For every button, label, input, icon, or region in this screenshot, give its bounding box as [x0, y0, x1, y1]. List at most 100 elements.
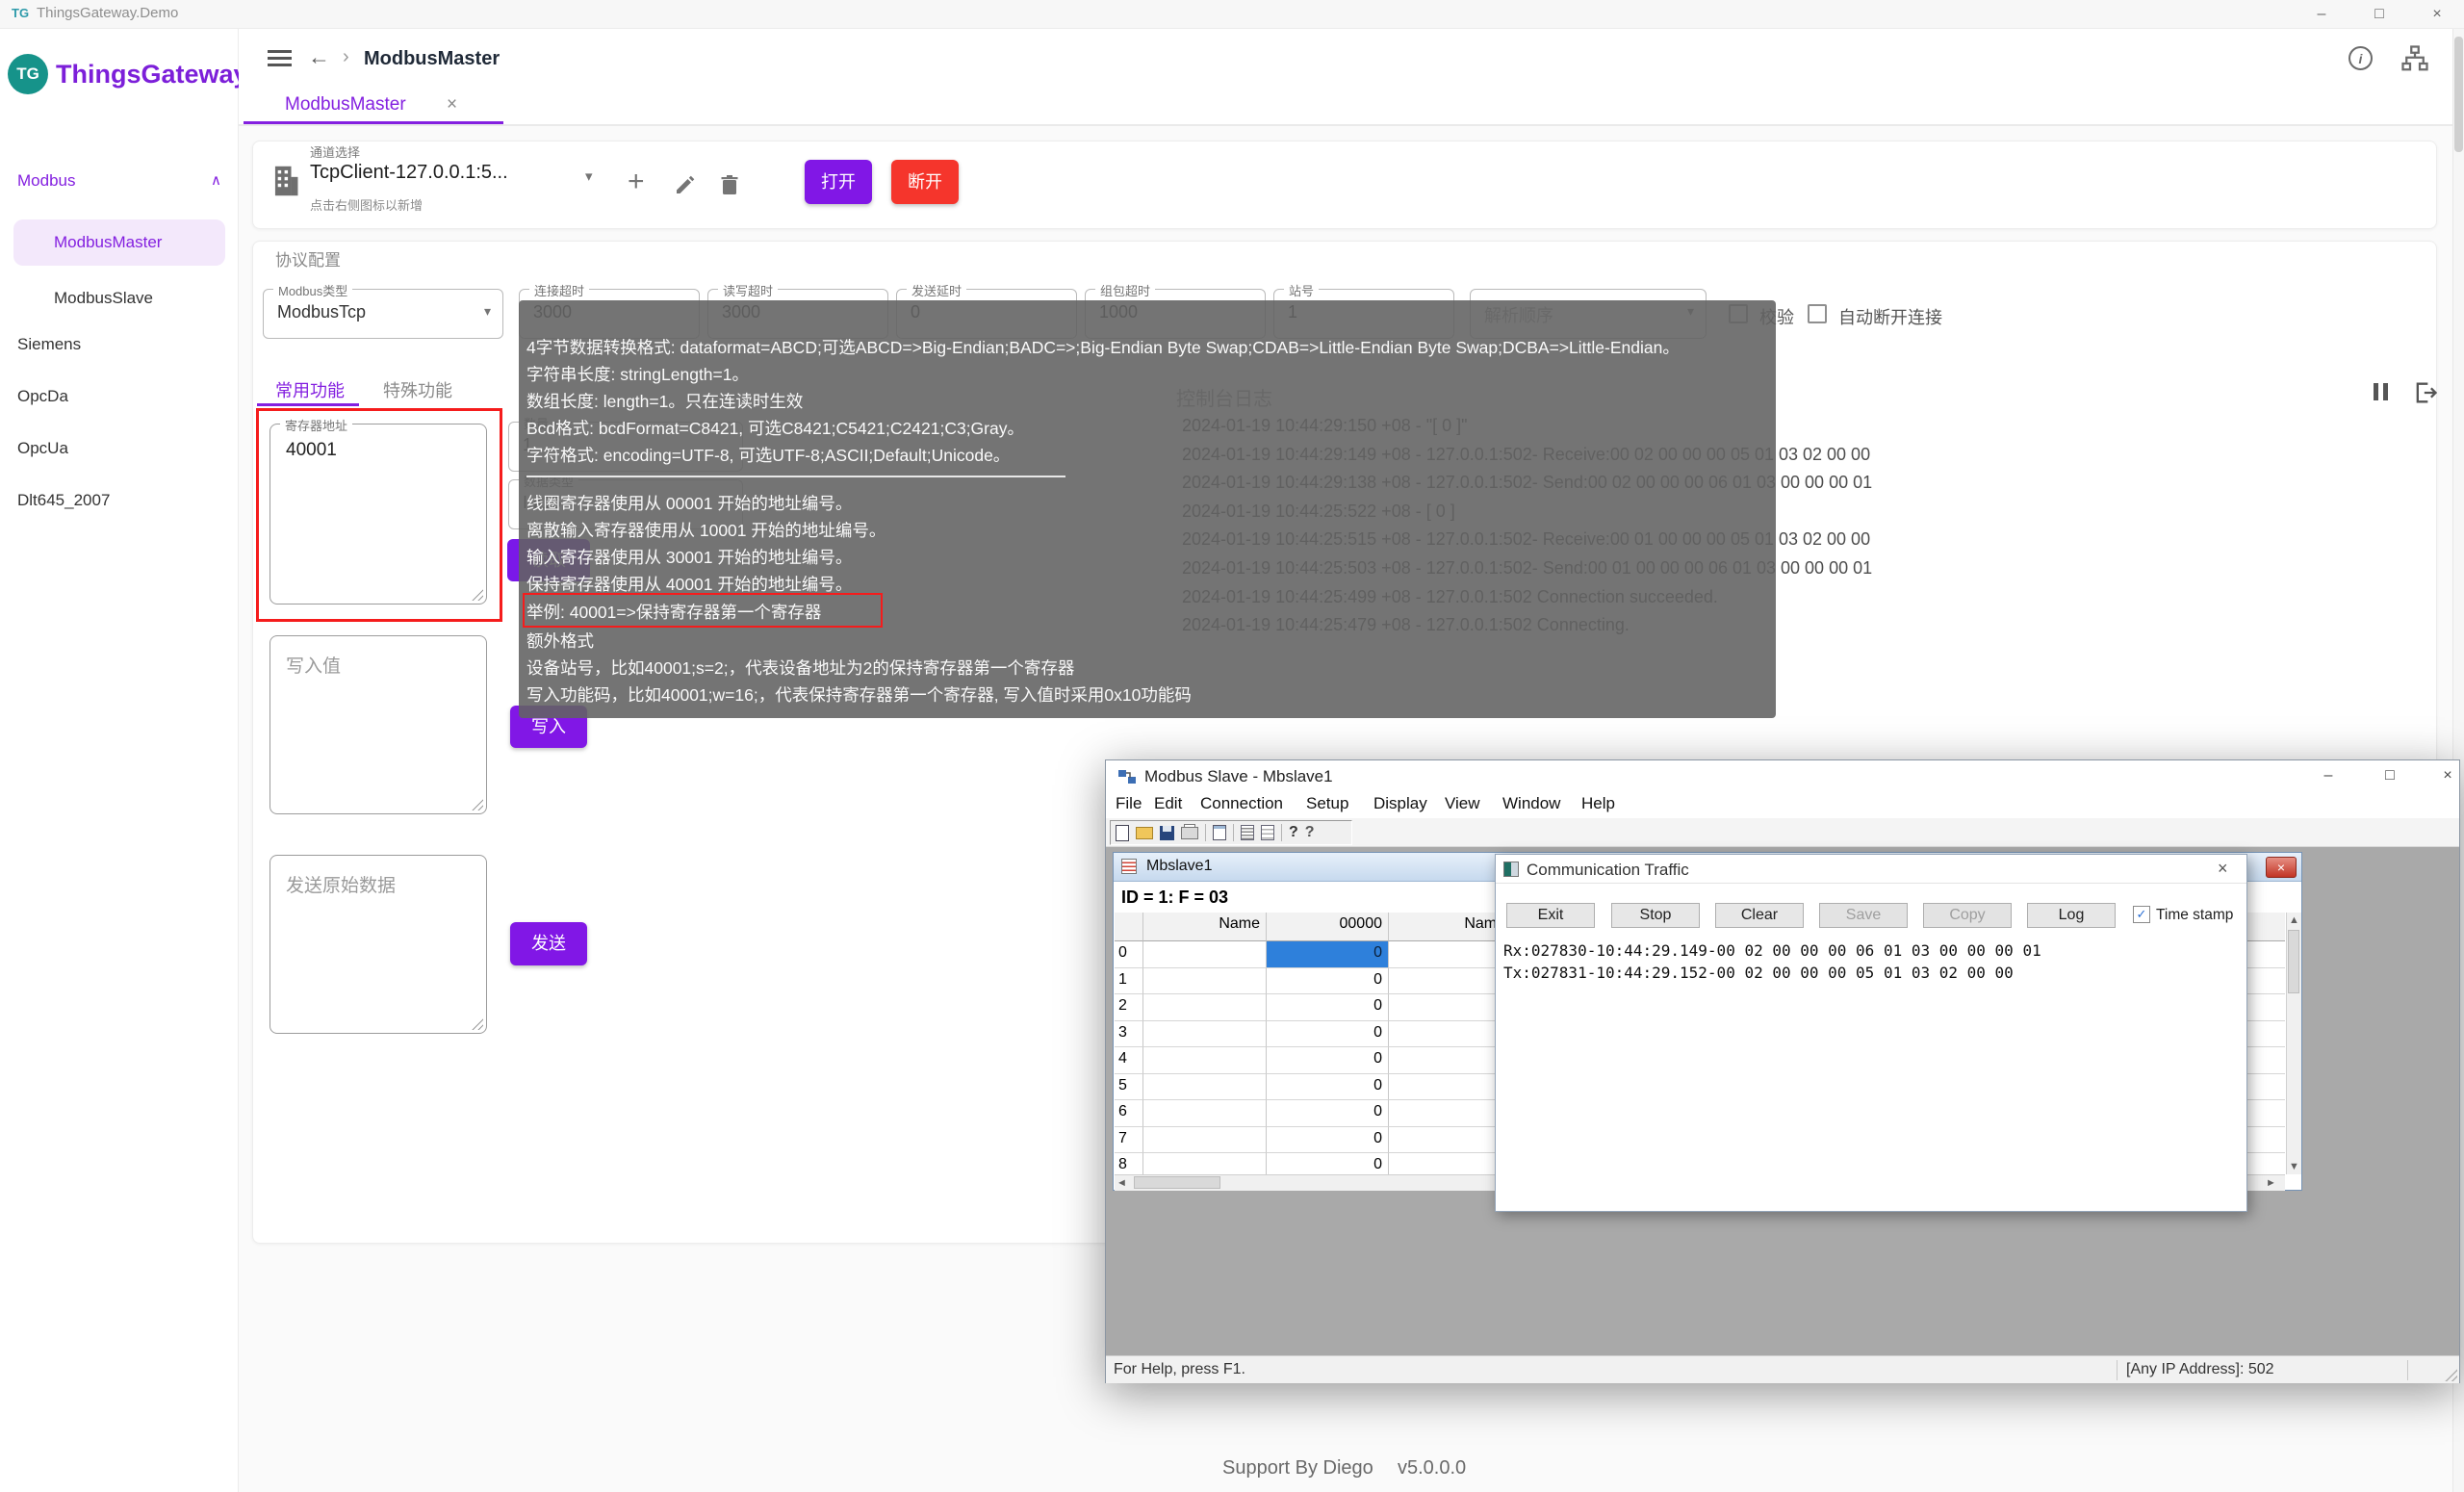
building-icon: [272, 164, 299, 198]
raw-data-input[interactable]: 发送原始数据: [270, 855, 487, 1034]
statusbar-help-text: For Help, press F1.: [1114, 1361, 1245, 1378]
app-logo: TG: [8, 54, 48, 94]
selected-cell[interactable]: 0: [1267, 941, 1389, 968]
sidebar: TG ThingsGateway Modbus ∧ ModbusMaster M…: [0, 29, 239, 1492]
top-bar: [239, 29, 2464, 125]
sidebar-item-opcda[interactable]: OpcDa: [13, 375, 225, 418]
slave-minimize-icon[interactable]: –: [2307, 763, 2349, 787]
menu-help[interactable]: Help: [1581, 794, 1615, 813]
menu-connection[interactable]: Connection: [1200, 794, 1283, 813]
scroll-left-icon[interactable]: ◄: [1116, 1177, 1127, 1189]
scroll-right-icon[interactable]: ►: [2266, 1177, 2276, 1189]
browser-close-icon[interactable]: ×: [2418, 2, 2456, 27]
sidebar-item-modbusslave[interactable]: ModbusSlave: [13, 275, 225, 322]
back-icon[interactable]: ←: [308, 44, 330, 70]
traffic-tx-line: Tx:027831-10:44:29.152-00 02 00 00 00 05…: [1503, 964, 2014, 982]
menu-view[interactable]: View: [1445, 794, 1480, 813]
resize-grip[interactable]: [2444, 1368, 2457, 1381]
menu-window[interactable]: Window: [1502, 794, 1560, 813]
menu-edit[interactable]: Edit: [1154, 794, 1182, 813]
chevron-up-icon: ∧: [211, 160, 221, 202]
address-format-tooltip: 4字节数据转换格式: dataformat=ABCD;可选ABCD=>Big-E…: [519, 300, 1776, 718]
page-title: ModbusMaster: [364, 48, 500, 70]
auto-disconnect-checkbox[interactable]: [1808, 304, 1827, 323]
save-icon[interactable]: [1160, 826, 1174, 840]
slave-menubar: File Edit Connection Setup Display View …: [1106, 791, 2459, 818]
slave-window-titlebar[interactable]: Modbus Slave - Mbslave1 – □ ×: [1106, 760, 2459, 791]
log-button[interactable]: Log: [2027, 903, 2116, 928]
col-name[interactable]: Name: [1143, 913, 1267, 941]
scroll-down-icon[interactable]: ▼: [2287, 1161, 2301, 1172]
resize-grip[interactable]: [471, 1017, 483, 1030]
sidebar-item-opcua[interactable]: OpcUa: [13, 427, 225, 470]
help-icon[interactable]: ?: [1289, 824, 1298, 841]
delete-channel-icon[interactable]: [718, 173, 741, 196]
col-00000[interactable]: 00000: [1267, 913, 1389, 941]
new-file-icon[interactable]: [1116, 825, 1129, 841]
sidebar-item-siemens[interactable]: Siemens: [13, 323, 225, 366]
traffic-close-icon[interactable]: ×: [2218, 859, 2228, 879]
browser-maximize-icon[interactable]: □: [2360, 2, 2399, 27]
display-list-icon[interactable]: [1261, 825, 1274, 840]
traffic-dialog-title: Communication Traffic: [1527, 861, 1689, 880]
favicon: TG: [12, 6, 29, 20]
slave-close-icon[interactable]: ×: [2426, 763, 2464, 787]
menu-display[interactable]: Display: [1373, 794, 1427, 813]
traffic-rx-line: Rx:027830-10:44:29.149-00 02 00 00 00 06…: [1503, 941, 2041, 960]
open-button[interactable]: 打开: [805, 160, 872, 204]
footer-support: Support By Diego: [1222, 1457, 1373, 1479]
menu-toggle-icon[interactable]: [268, 50, 292, 66]
pause-icon[interactable]: [2374, 383, 2378, 400]
copy-button[interactable]: Copy: [1923, 903, 2012, 928]
channel-card: [252, 141, 2437, 229]
stop-button[interactable]: Stop: [1611, 903, 1700, 928]
tab-close-icon[interactable]: ×: [447, 94, 457, 116]
traffic-dialog-titlebar[interactable]: Communication Traffic ×: [1496, 855, 2246, 884]
footer-version: v5.0.0.0: [1398, 1457, 1466, 1479]
tab-common-functions[interactable]: 常用功能: [275, 377, 345, 402]
display-format-icon[interactable]: [1241, 825, 1254, 840]
edit-channel-icon[interactable]: [674, 173, 697, 196]
table-vertical-scrollbar[interactable]: ▲ ▼: [2286, 913, 2301, 1174]
channel-helper-text: 点击右侧图标以新增: [310, 195, 423, 214]
slave-window-title: Modbus Slave - Mbslave1: [1144, 767, 1333, 786]
mbslave1-doc-icon: [1121, 859, 1137, 874]
send-button[interactable]: 发送: [510, 922, 587, 965]
mbslave1-close-icon[interactable]: ×: [2266, 857, 2297, 878]
col-name-2[interactable]: Name: [1389, 913, 1512, 941]
sitemap-icon[interactable]: [2400, 44, 2429, 73]
modbus-type-select[interactable]: Modbus类型 ModbusTcp ▾: [263, 289, 503, 339]
sidebar-item-dlt645[interactable]: Dlt645_2007: [13, 479, 225, 522]
export-log-icon[interactable]: [2412, 379, 2439, 406]
menu-file[interactable]: File: [1116, 794, 1142, 813]
print-icon[interactable]: [1181, 827, 1198, 839]
channel-dropdown-icon[interactable]: ▾: [585, 167, 593, 185]
slave-statusbar: For Help, press F1. [Any IP Address]: 50…: [1106, 1355, 2459, 1383]
sidebar-item-modbusmaster[interactable]: ModbusMaster: [13, 219, 225, 266]
add-channel-icon[interactable]: +: [628, 166, 645, 198]
open-file-icon[interactable]: [1136, 827, 1153, 839]
statusbar-ip-text: [Any IP Address]: 502: [2126, 1361, 2274, 1378]
write-value-input[interactable]: 写入值: [270, 635, 487, 814]
display-window-icon[interactable]: [1213, 825, 1226, 840]
info-icon[interactable]: i: [2348, 46, 2373, 70]
exit-button[interactable]: Exit: [1506, 903, 1595, 928]
context-help-icon[interactable]: ?: [1305, 824, 1315, 841]
disconnect-button[interactable]: 断开: [891, 160, 959, 204]
browser-minimize-icon[interactable]: –: [2302, 2, 2341, 27]
menu-setup[interactable]: Setup: [1306, 794, 1348, 813]
scroll-up-icon[interactable]: ▲: [2287, 914, 2301, 926]
clear-button[interactable]: Clear: [1715, 903, 1804, 928]
channel-select-value[interactable]: TcpClient-127.0.0.1:5...: [310, 162, 508, 184]
scrollbar-thumb[interactable]: [2454, 37, 2463, 152]
save-button[interactable]: Save: [1819, 903, 1908, 928]
resize-grip[interactable]: [471, 798, 483, 810]
timestamp-checkbox[interactable]: ✓: [2133, 906, 2150, 923]
tab-modbusmaster[interactable]: ModbusMaster: [285, 94, 406, 116]
browser-titlebar: TG ThingsGateway.Demo – □ ×: [0, 0, 2464, 29]
channel-select-label: 通道选择: [310, 142, 360, 161]
tab-special-functions[interactable]: 特殊功能: [383, 377, 452, 402]
slave-maximize-icon[interactable]: □: [2369, 763, 2411, 787]
sidebar-group-modbus[interactable]: Modbus ∧: [13, 160, 225, 202]
auto-disconnect-checkbox-label: 自动断开连接: [1838, 304, 1942, 329]
